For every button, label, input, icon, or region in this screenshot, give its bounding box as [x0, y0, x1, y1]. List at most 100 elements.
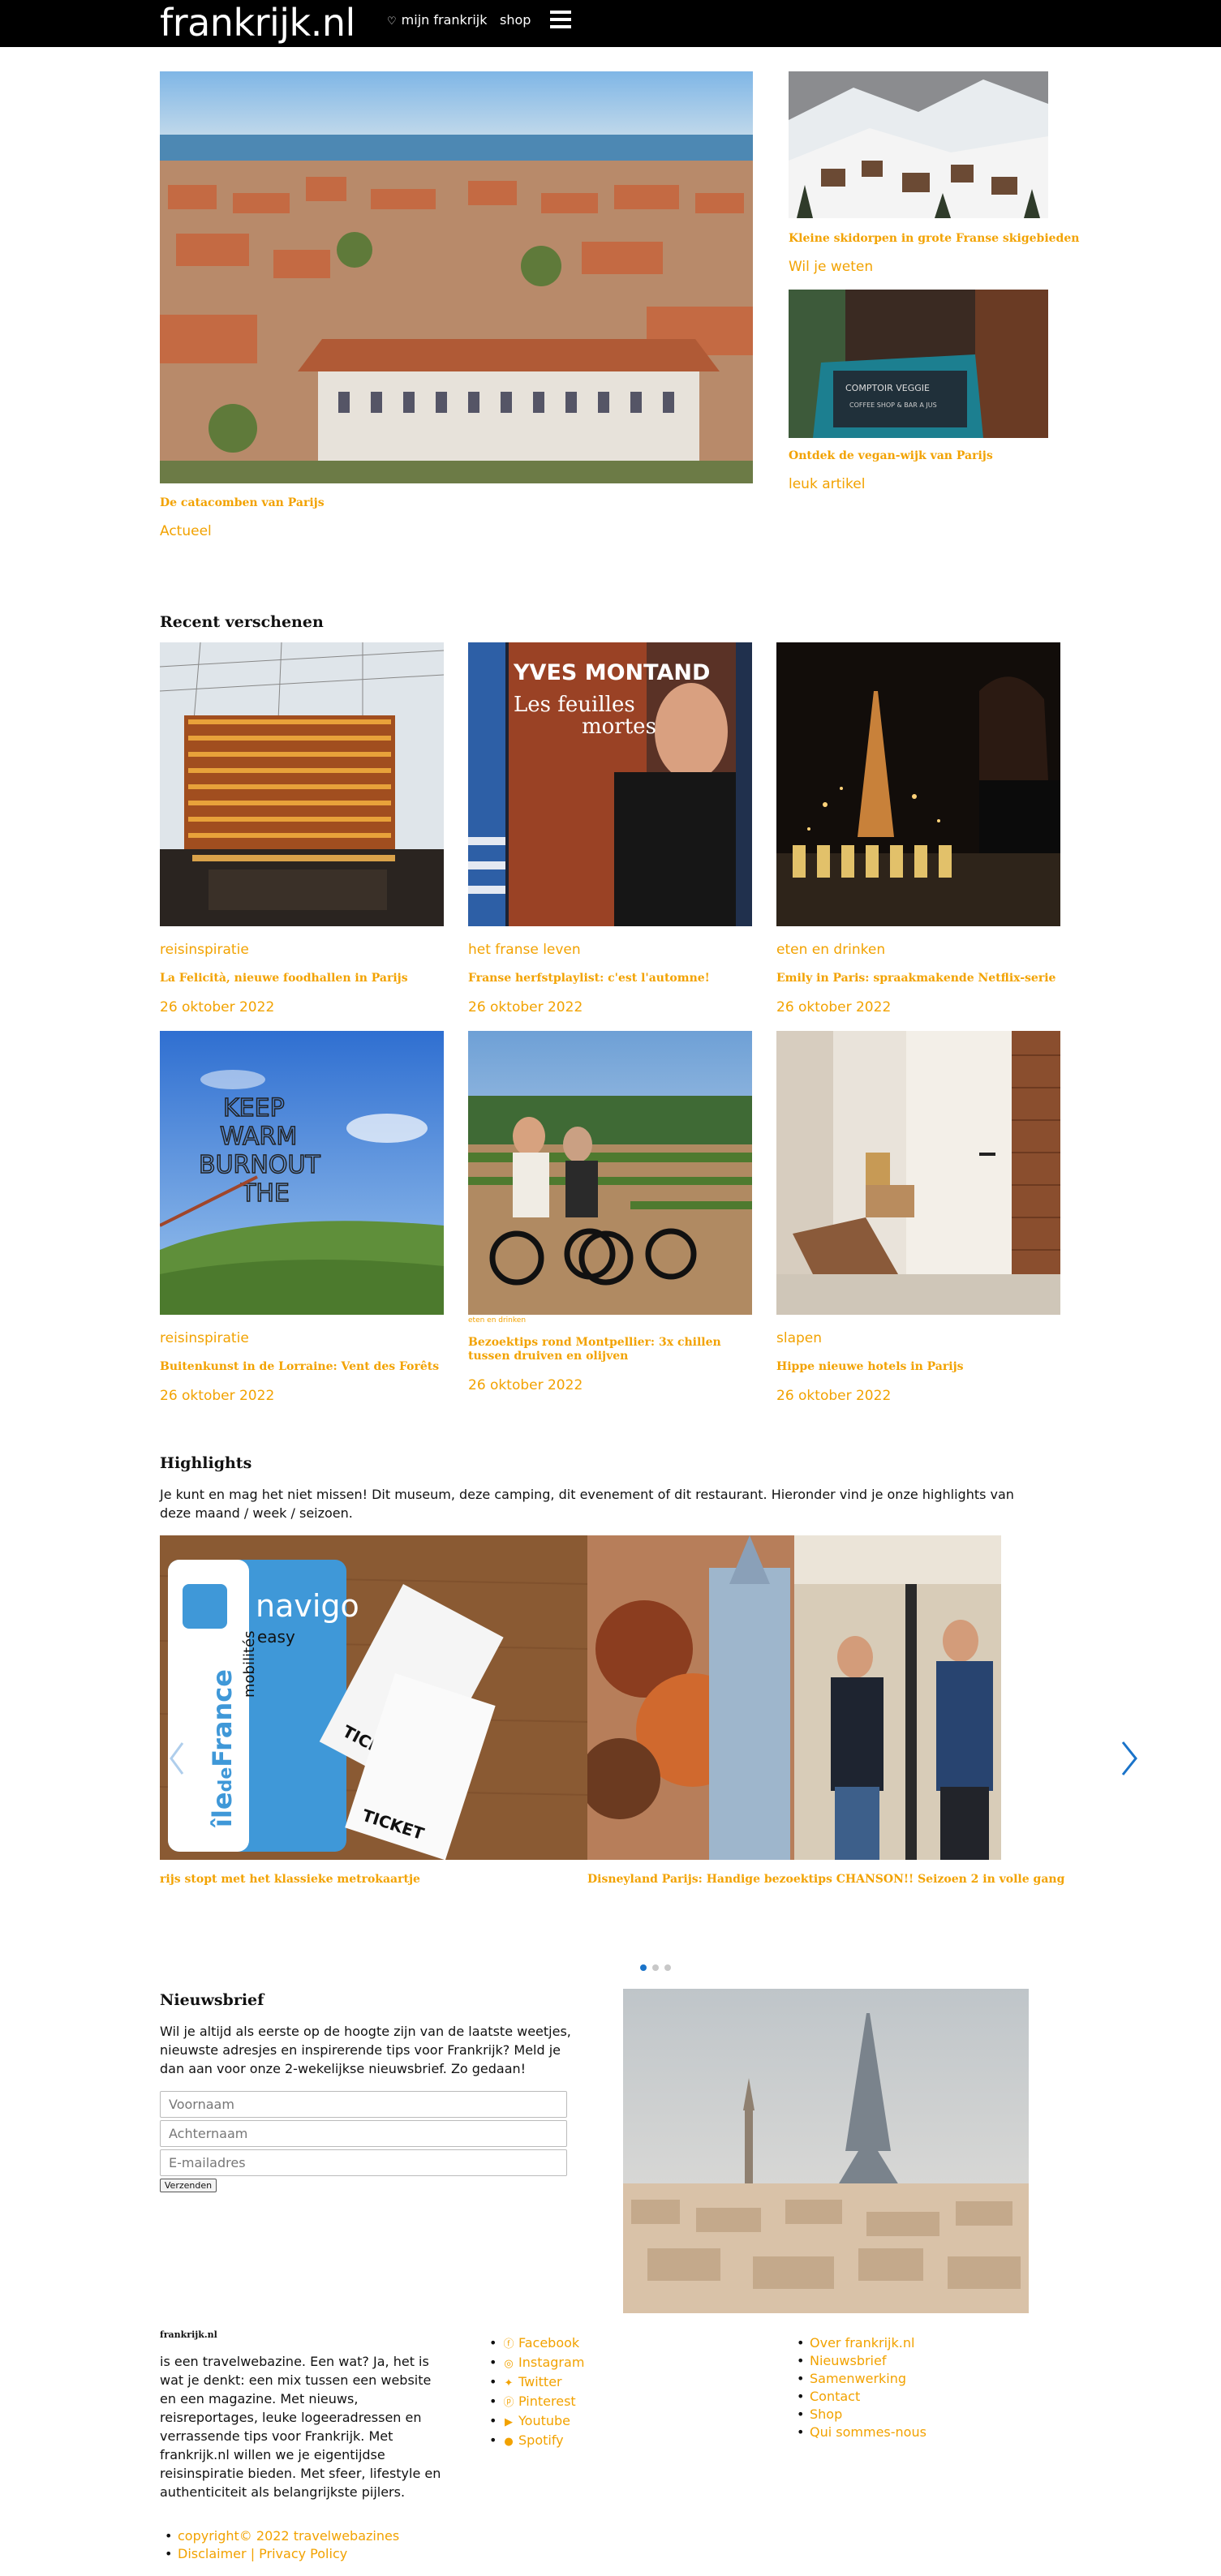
carousel-next-arrow-icon[interactable] [1120, 1740, 1138, 1777]
recent-card-5-image[interactable] [468, 1031, 752, 1315]
recent-card-2-category[interactable]: het franse leven [468, 941, 581, 959]
site-logo[interactable]: frankrijk.nl [160, 2, 355, 44]
highlight-slide-2-caption[interactable]: Disneyland Parijs: Handige bezoektips CH… [587, 1873, 1064, 1887]
carousel-dot-2[interactable] [652, 1964, 659, 1971]
featured-side1-image[interactable] [789, 71, 1048, 218]
footer-social-twitter[interactable]: ✦ Twitter [484, 2373, 584, 2393]
footer-link-nieuwsbrief[interactable]: Nieuwsbrief [792, 2352, 926, 2370]
footer-social-youtube-label: Youtube [518, 2413, 570, 2428]
instagram-icon: ◎ [504, 2358, 514, 2370]
footer-social-twitter-label: Twitter [518, 2374, 562, 2389]
recent-card-3-image[interactable] [776, 642, 1060, 926]
footer-social-instagram-label: Instagram [518, 2355, 585, 2370]
last-name-field[interactable]: Achternaam [160, 2120, 567, 2147]
heart-icon: ♡ [387, 15, 397, 28]
recent-card-4-category[interactable]: reisinspiratie [160, 1329, 249, 1347]
mijn-frankrijk-link[interactable]: ♡ mijn frankrijk [387, 11, 488, 31]
recent-card-1-category[interactable]: reisinspiratie [160, 941, 249, 959]
recent-card-1-date: 26 oktober 2022 [160, 999, 275, 1015]
featured-side1-tag[interactable]: Wil je weten [789, 258, 873, 276]
carousel-dot-3[interactable] [664, 1964, 671, 1971]
footer-social-spotify-label: Spotify [518, 2432, 564, 2448]
recent-card-6-image[interactable] [776, 1031, 1060, 1315]
art-word-2: WARM [220, 1123, 297, 1151]
highlights-heading: Highlights [160, 1454, 252, 1472]
newsletter-heading: Nieuwsbrief [160, 1991, 264, 2009]
featured-main-title[interactable]: De catacomben van Parijs [160, 496, 325, 510]
footer-social-facebook-label: Facebook [518, 2335, 580, 2351]
footer-link-samenwerking[interactable]: Samenwerking [792, 2370, 926, 2388]
navigo-region-part-2: de [216, 1767, 236, 1792]
highlight-slide-1-image[interactable]: navigo easy îledeFrance mobilités TICKET… [160, 1535, 587, 1860]
hamburger-menu-icon[interactable] [550, 11, 571, 30]
carousel-prev-arrow-icon[interactable] [169, 1741, 185, 1776]
featured-side2-image[interactable]: COMPTOIR VEGGIE COFFEE SHOP & BAR A JUS [789, 290, 1048, 438]
highlight-slide-2-image[interactable] [587, 1535, 1001, 1860]
footer-about: is een travelwebazine. Een wat? Ja, het … [160, 2354, 441, 2500]
footer-link-over[interactable]: Over frankrijk.nl [792, 2334, 926, 2352]
email-field[interactable]: E-mailadres [160, 2149, 567, 2176]
navigo-region-part-4: mobilités [241, 1631, 258, 1698]
footer-legal-list: copyright© 2022 travelwebazines Disclaim… [160, 2527, 399, 2563]
art-word-4: THE [240, 1179, 290, 1208]
footer-social-pinterest[interactable]: ⓟ Pinterest [484, 2393, 584, 2412]
montand-name-text: YVES MONTAND [513, 660, 710, 685]
art-word-3: BURNOUT [199, 1151, 320, 1179]
youtube-icon: ▶ [505, 2416, 513, 2428]
footer-social-facebook[interactable]: ⓕ Facebook [484, 2334, 584, 2354]
recent-card-4-title[interactable]: Buitenkunst in de Lorraine: Vent des For… [160, 1360, 444, 1374]
recent-heading: Recent verschenen [160, 613, 324, 631]
recent-card-4-date: 26 oktober 2022 [160, 1388, 275, 1404]
facebook-icon: ⓕ [503, 2338, 514, 2351]
art-word-1: KEEP [223, 1094, 285, 1123]
newsletter-paris-image [623, 1989, 1029, 2313]
footer-social-youtube[interactable]: ▶ Youtube [484, 2412, 584, 2432]
highlights-intro: Je kunt en mag het niet missen! Dit muse… [160, 1487, 1014, 1521]
recent-card-2-date: 26 oktober 2022 [468, 999, 583, 1015]
recent-card-6-title[interactable]: Hippe nieuwe hotels in Parijs [776, 1360, 1060, 1374]
recent-card-3-title[interactable]: Emily in Paris: spraakmakende Netflix-se… [776, 972, 1060, 985]
footer-link-contact[interactable]: Contact [792, 2388, 926, 2406]
recent-card-3-date: 26 oktober 2022 [776, 999, 892, 1015]
recent-card-1-image[interactable] [160, 642, 444, 926]
shop-link[interactable]: shop [500, 11, 531, 29]
newsletter-text: Wil je altijd als eerste op de hoogte zi… [160, 2024, 571, 2076]
spotify-icon: ● [504, 2436, 514, 2448]
footer-social-pinterest-label: Pinterest [518, 2394, 576, 2409]
footer-links-list: Over frankrijk.nl Nieuwsbrief Samenwerki… [792, 2334, 926, 2441]
footer-link-qui-sommes-nous[interactable]: Qui sommes-nous [792, 2424, 926, 2441]
recent-card-2-title[interactable]: Franse herfstplaylist: c'est l'automne! [468, 972, 752, 985]
footer-copyright: copyright© 2022 travelwebazines [160, 2527, 399, 2545]
highlight-slide-1-caption[interactable]: rijs stopt met het klassieke metrokaartj… [160, 1873, 420, 1887]
navigo-region-part-3: France [207, 1669, 238, 1767]
recent-card-5-title[interactable]: Bezoektips rond Montpellier: 3x chillen … [468, 1336, 736, 1363]
recent-card-3-category[interactable]: eten en drinken [776, 941, 885, 959]
navigo-region-part-1: île [207, 1792, 238, 1828]
pinterest-icon: ⓟ [503, 2397, 514, 2409]
featured-side1-title[interactable]: Kleine skidorpen in grote Franse skigebi… [789, 232, 1079, 246]
svg-text:îledeFrance: îledeFrance [207, 1669, 238, 1828]
featured-side2-tag[interactable]: leuk artikel [789, 475, 865, 493]
footer-legal-links[interactable]: Disclaimer | Privacy Policy [160, 2545, 399, 2563]
newsletter-submit-button[interactable]: Verzenden [160, 2179, 217, 2192]
recent-card-5-small-label: eten en drinken [468, 1316, 527, 1324]
navigo-brand-text: navigo [256, 1588, 359, 1624]
footer-social-spotify[interactable]: ● Spotify [484, 2432, 584, 2451]
first-name-field[interactable]: Voornaam [160, 2091, 567, 2118]
carousel-dot-1[interactable] [640, 1964, 647, 1971]
footer-social-list: ⓕ Facebook ◎ Instagram ✦ Twitter ⓟ Pinterest… [484, 2334, 584, 2451]
featured-main-tag[interactable]: Actueel [160, 522, 212, 540]
footer-social-instagram[interactable]: ◎ Instagram [484, 2354, 584, 2373]
navigo-sub-text: easy [257, 1627, 295, 1646]
featured-main-image[interactable] [160, 71, 753, 483]
featured-side2-title[interactable]: Ontdek de vegan-wijk van Parijs [789, 449, 993, 463]
recent-card-6-date: 26 oktober 2022 [776, 1388, 892, 1404]
recent-card-2-image[interactable]: YVES MONTAND Les feuilles mortes [468, 642, 752, 926]
recent-card-1-title[interactable]: La Felicità, nieuwe foodhallen in Parijs [160, 972, 444, 985]
svg-text:COFFEE SHOP & BAR A JUS: COFFEE SHOP & BAR A JUS [849, 401, 937, 409]
footer-link-shop[interactable]: Shop [792, 2406, 926, 2424]
recent-card-6-category[interactable]: slapen [776, 1329, 822, 1347]
footer-brand: frankrijk.nl [160, 2329, 217, 2340]
recent-card-5-date: 26 oktober 2022 [468, 1377, 583, 1393]
recent-card-4-image[interactable]: KEEP WARM BURNOUT THE [160, 1031, 444, 1315]
